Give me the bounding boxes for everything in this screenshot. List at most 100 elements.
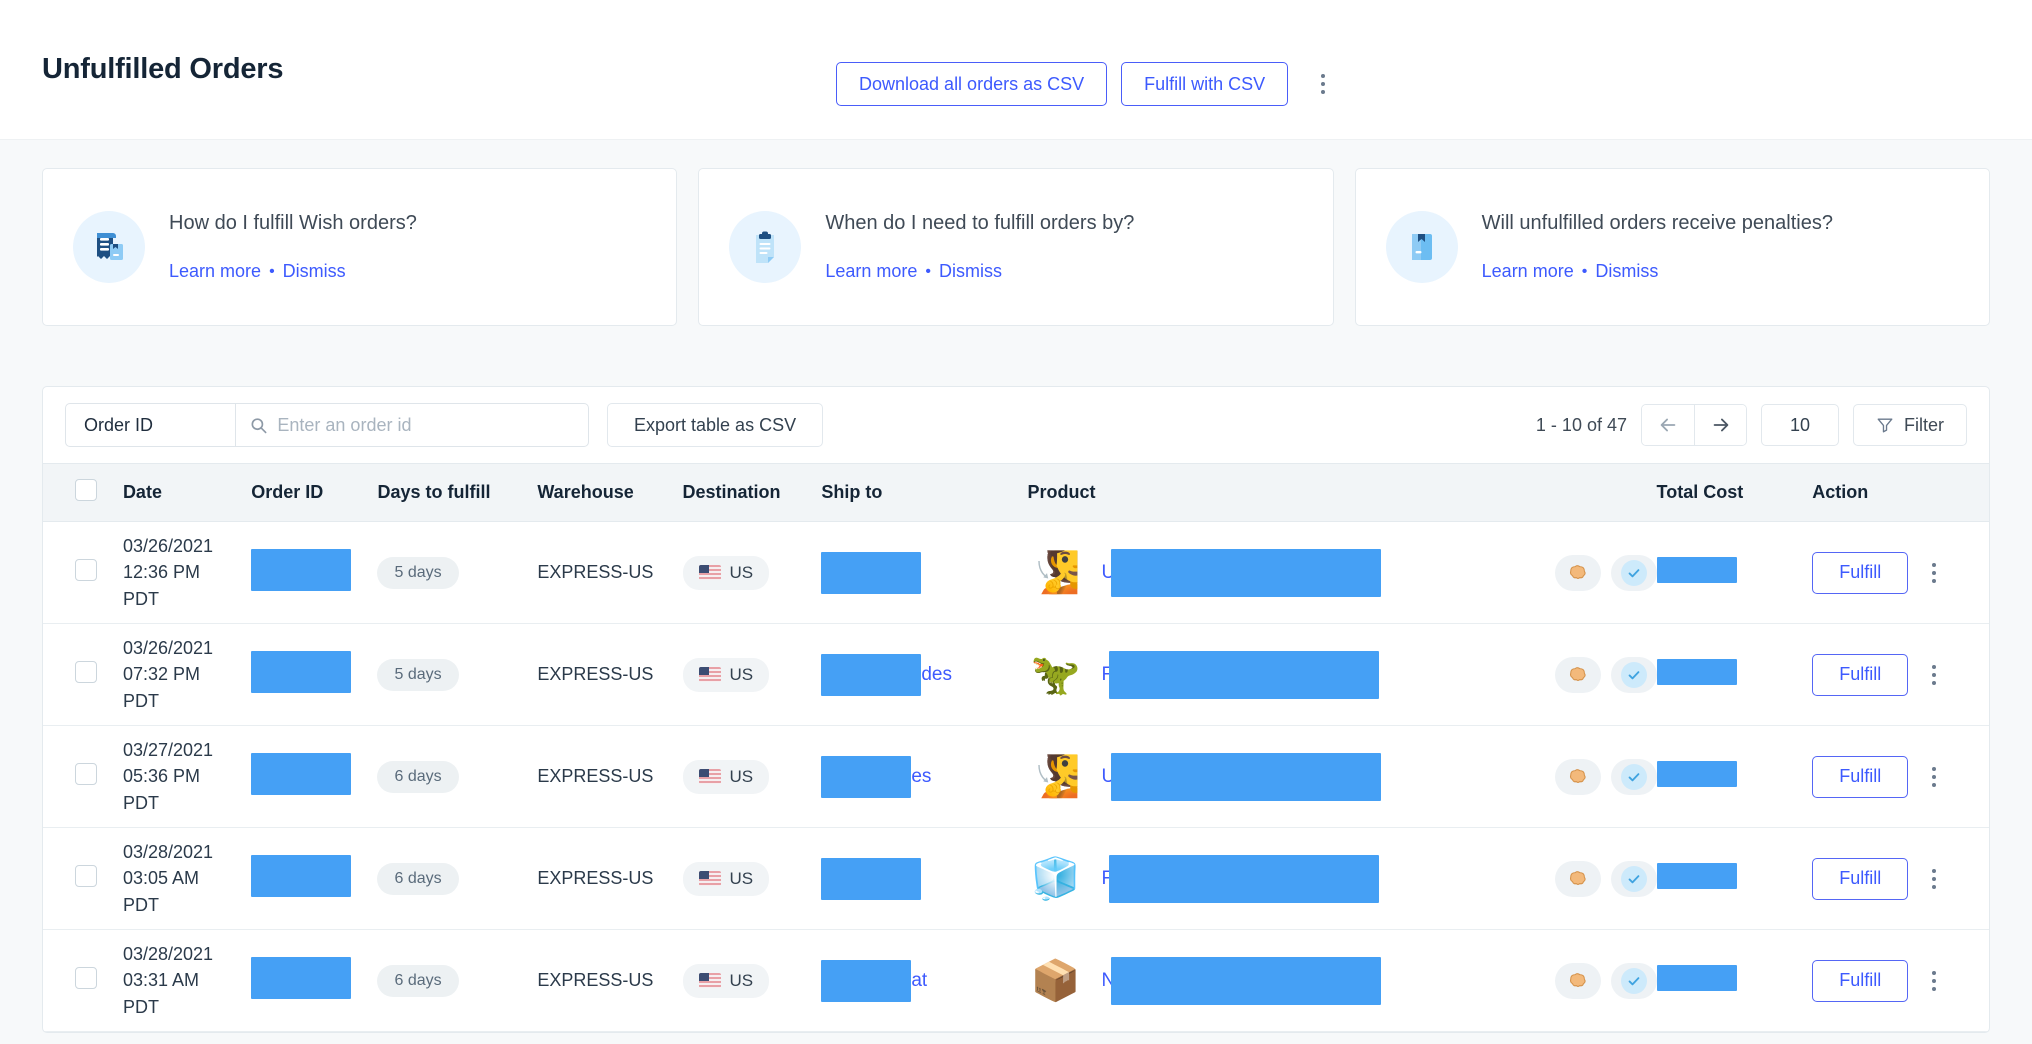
next-page-button[interactable] (1694, 405, 1746, 445)
link-separator: • (925, 263, 931, 281)
info-card-title: When do I need to fulfill orders by? (825, 212, 1134, 235)
row-checkbox[interactable] (75, 763, 97, 785)
search-input[interactable] (277, 415, 574, 436)
header-actions: Download all orders as CSV Fulfill with … (836, 62, 1338, 106)
days-to-fulfill-badge: 6 days (377, 761, 458, 793)
row-checkbox[interactable] (75, 661, 97, 683)
total-cost-redacted (1657, 557, 1737, 583)
select-all-checkbox[interactable] (75, 479, 97, 501)
row-overflow-menu-icon[interactable] (1922, 760, 1946, 794)
product-name-redacted[interactable] (1111, 957, 1381, 1005)
destination-cell: US (683, 522, 822, 624)
row-overflow-menu-icon[interactable] (1922, 964, 1946, 998)
package-icon (1555, 759, 1601, 795)
table-row[interactable]: 03/28/2021 03:31 AM PDT 6 days EXPRESS-U… (43, 930, 1989, 1032)
days-to-fulfill-cell: 6 days (377, 828, 537, 930)
row-overflow-menu-icon[interactable] (1922, 862, 1946, 896)
table-row[interactable]: 03/26/2021 12:36 PM PDT 5 days EXPRESS-U… (43, 522, 1989, 624)
product-name-redacted[interactable] (1111, 753, 1381, 801)
learn-more-link[interactable]: Learn more (169, 261, 261, 282)
info-card-links: Learn more • Dismiss (825, 261, 1134, 282)
previous-page-button[interactable] (1642, 405, 1694, 445)
search-input-wrap (236, 404, 588, 446)
product-name-redacted[interactable] (1109, 855, 1379, 903)
ship-to-cell: at (821, 930, 1027, 1032)
airpods-icon: 🧏 (1028, 545, 1084, 601)
search-icon (250, 416, 267, 435)
fulfill-button[interactable]: Fulfill (1812, 858, 1908, 900)
total-cost-redacted (1657, 659, 1737, 685)
clipboard-icon (729, 211, 801, 283)
filter-label: Filter (1904, 415, 1944, 436)
order-id-cell (251, 828, 377, 930)
row-checkbox[interactable] (75, 967, 97, 989)
header-order-id[interactable]: Order ID (251, 464, 377, 522)
link-separator: • (269, 263, 275, 281)
learn-more-link[interactable]: Learn more (825, 261, 917, 282)
destination-code: US (730, 665, 754, 685)
order-timezone: PDT (123, 790, 251, 816)
product-name-wrap: F (1102, 647, 1537, 703)
ship-to-redacted (821, 552, 921, 594)
warehouse-cell: EXPRESS-US (537, 522, 682, 624)
package-icon (1555, 657, 1601, 693)
warehouse-cell: EXPRESS-US (537, 828, 682, 930)
info-card-fulfill-wish-orders: How do I fulfill Wish orders? Learn more… (42, 168, 677, 326)
verified-check-badge (1611, 657, 1657, 693)
table-row[interactable]: 03/26/2021 07:32 PM PDT 5 days EXPRESS-U… (43, 624, 1989, 726)
dismiss-link[interactable]: Dismiss (283, 261, 346, 282)
table-row[interactable]: 03/27/2021 05:36 PM PDT 6 days EXPRESS-U… (43, 726, 1989, 828)
fulfill-button[interactable]: Fulfill (1812, 960, 1908, 1002)
fulfill-with-csv-button[interactable]: Fulfill with CSV (1121, 62, 1288, 106)
fulfill-button[interactable]: Fulfill (1812, 654, 1908, 696)
ship-to-redacted (821, 960, 911, 1002)
days-to-fulfill-cell: 5 days (377, 624, 537, 726)
product-cell: 🧊 F (1028, 828, 1657, 930)
dismiss-link[interactable]: Dismiss (939, 261, 1002, 282)
table-row[interactable]: 03/28/2021 03:05 AM PDT 6 days EXPRESS-U… (43, 828, 1989, 930)
cooler-icon: 🧊 (1028, 851, 1084, 907)
verified-check-badge (1611, 555, 1657, 591)
page-header: Unfulfilled Orders Download all orders a… (0, 0, 2032, 140)
days-to-fulfill-badge: 5 days (377, 557, 458, 589)
filter-button[interactable]: Filter (1853, 404, 1967, 446)
header-product[interactable]: Product (1028, 464, 1657, 522)
ship-to-visible-suffix: des (921, 664, 952, 685)
header-ship-to[interactable]: Ship to (821, 464, 1027, 522)
dismiss-link[interactable]: Dismiss (1595, 261, 1658, 282)
date-cell: 03/26/2021 07:32 PM PDT (123, 624, 251, 726)
header-overflow-menu-icon[interactable] (1308, 64, 1338, 104)
learn-more-link[interactable]: Learn more (1482, 261, 1574, 282)
action-cell: Fulfill (1812, 930, 1989, 1032)
header-days-to-fulfill[interactable]: Days to fulfill (377, 464, 537, 522)
product-name-redacted[interactable] (1111, 549, 1381, 597)
order-time: 03:05 AM (123, 865, 251, 891)
order-timezone: PDT (123, 688, 251, 714)
days-to-fulfill-cell: 6 days (377, 930, 537, 1032)
search-field-selector[interactable]: Order ID (66, 404, 236, 446)
export-table-csv-button[interactable]: Export table as CSV (607, 403, 823, 447)
row-overflow-menu-icon[interactable] (1922, 556, 1946, 590)
fulfill-button[interactable]: Fulfill (1812, 756, 1908, 798)
fulfill-button[interactable]: Fulfill (1812, 552, 1908, 594)
header-destination[interactable]: Destination (683, 464, 822, 522)
warehouse-cell: EXPRESS-US (537, 726, 682, 828)
header-date[interactable]: Date (123, 464, 251, 522)
download-all-orders-csv-button[interactable]: Download all orders as CSV (836, 62, 1107, 106)
days-to-fulfill-badge: 6 days (377, 863, 458, 895)
row-checkbox[interactable] (75, 865, 97, 887)
days-to-fulfill-badge: 5 days (377, 659, 458, 691)
destination-cell: US (683, 726, 822, 828)
product-name-redacted[interactable] (1109, 651, 1379, 699)
header-warehouse[interactable]: Warehouse (537, 464, 682, 522)
page-size-selector[interactable]: 10 (1761, 404, 1839, 446)
link-separator: • (1582, 263, 1588, 281)
order-time: 12:36 PM (123, 559, 251, 585)
days-to-fulfill-cell: 5 days (377, 522, 537, 624)
order-time: 05:36 PM (123, 763, 251, 789)
header-total-cost[interactable]: Total Cost (1657, 464, 1813, 522)
row-overflow-menu-icon[interactable] (1922, 658, 1946, 692)
row-checkbox[interactable] (75, 559, 97, 581)
airpods-icon: 🧏 (1028, 749, 1084, 805)
pager (1641, 404, 1747, 446)
